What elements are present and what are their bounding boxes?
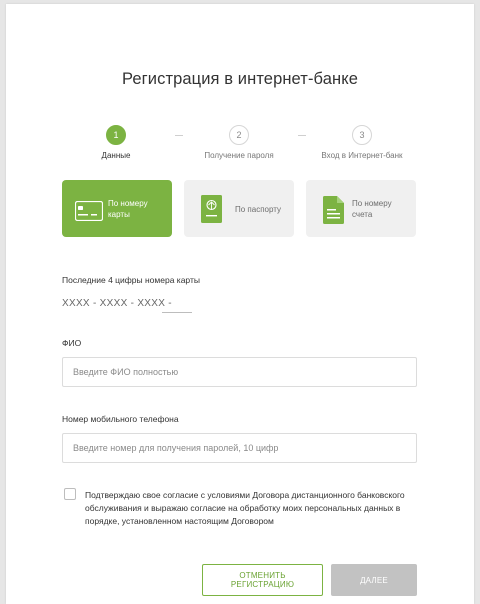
card-digits-input[interactable] — [162, 312, 192, 313]
method-label: По номеру счета — [352, 199, 392, 219]
method-tile-passport[interactable]: По паспорту — [184, 180, 294, 237]
step-3-label: Вход в Интернет-банк — [321, 151, 403, 160]
passport-icon — [201, 195, 222, 223]
step-1-label: Данные — [101, 151, 131, 160]
page-title: Регистрация в интернет-банке — [122, 70, 358, 88]
card-digits-label: Последние 4 цифры номера карты — [62, 275, 200, 285]
registration-card: Регистрация в интернет-банке 1 Данные 2 … — [6, 4, 474, 604]
consent-text: Подтверждаю свое согласие с условиями До… — [85, 490, 405, 526]
step-1-number: 1 — [106, 125, 126, 145]
step-2-number: 2 — [229, 125, 249, 145]
next-button[interactable]: ДАЛЕЕ — [331, 564, 417, 596]
document-icon — [323, 196, 344, 224]
method-tile-account[interactable]: По номеру счета — [306, 180, 416, 237]
method-tile-card[interactable]: По номеру карты — [62, 180, 172, 237]
cancel-registration-button[interactable]: ОТМЕНИТЬ РЕГИСТРАЦИЮ — [202, 564, 323, 596]
phone-label: Номер мобильного телефона — [62, 414, 179, 424]
card-icon — [75, 201, 103, 221]
card-number-mask: XXXX - XXXX - XXXX - — [62, 298, 172, 309]
fio-input[interactable] — [62, 357, 417, 387]
step-2-label: Получение пароля — [204, 151, 274, 160]
phone-input[interactable] — [62, 433, 417, 463]
step-2: 2 Получение пароля — [179, 125, 299, 160]
step-3: 3 Вход в Интернет-банк — [302, 125, 422, 160]
consent-checkbox[interactable] — [64, 488, 76, 500]
fio-label: ФИО — [62, 338, 82, 348]
method-label: По паспорту — [235, 205, 282, 214]
method-label: По номеру карты — [108, 199, 148, 219]
step-1: 1 Данные — [56, 125, 176, 160]
step-3-number: 3 — [352, 125, 372, 145]
